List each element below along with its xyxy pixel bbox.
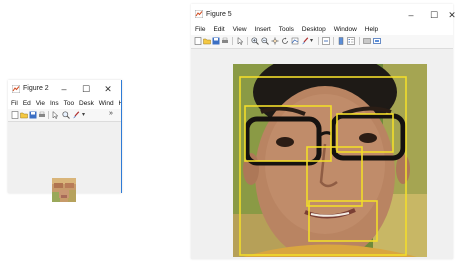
dropdown-arrow[interactable]: ▾ <box>310 37 313 44</box>
figure-5-canvas <box>191 49 453 259</box>
maximize-button[interactable]: ☐ <box>80 83 92 95</box>
data-cursor-icon[interactable] <box>291 37 299 45</box>
save-icon[interactable] <box>212 37 220 45</box>
matlab-figure-icon <box>195 10 203 18</box>
menu-edit[interactable]: Edit <box>213 24 224 35</box>
rotate-icon[interactable] <box>281 37 289 45</box>
link-plot-icon[interactable] <box>322 37 330 45</box>
menu-desktop[interactable]: Desktop <box>302 24 326 35</box>
figure-2-titlebar[interactable]: Figure 2 – ☐ ✕ <box>8 80 121 98</box>
dropdown-arrow[interactable]: ▾ <box>82 111 85 118</box>
print-icon[interactable] <box>221 37 229 45</box>
toolbar-separator <box>232 37 233 45</box>
menu-view[interactable]: Vie <box>36 98 45 109</box>
brush-icon[interactable] <box>72 111 80 119</box>
close-button[interactable]: ✕ <box>448 9 456 21</box>
toolbar-overflow[interactable]: » <box>109 110 113 117</box>
menu-help[interactable]: He <box>119 98 121 109</box>
colorbar-icon[interactable] <box>337 37 345 45</box>
new-figure-icon[interactable] <box>11 111 19 119</box>
menu-insert[interactable]: Insert <box>255 24 271 35</box>
figure-5-titlebar[interactable]: Figure 5 – ☐ ✕ <box>191 4 456 24</box>
menu-help[interactable]: Help <box>365 24 378 35</box>
minimize-button[interactable]: – <box>405 9 417 21</box>
toolbar-separator <box>318 37 319 45</box>
menu-tools[interactable]: Too <box>64 98 74 109</box>
close-button[interactable]: ✕ <box>102 83 114 95</box>
open-icon[interactable] <box>203 37 211 45</box>
hide-plot-tools-icon[interactable] <box>363 37 371 45</box>
brush-icon[interactable] <box>301 37 309 45</box>
open-icon[interactable] <box>20 111 28 119</box>
minimize-button[interactable]: – <box>58 83 70 95</box>
legend-icon[interactable] <box>347 37 355 45</box>
toolbar-separator <box>247 37 248 45</box>
menu-insert[interactable]: Ins <box>50 98 59 109</box>
zoom-out-icon[interactable] <box>261 37 269 45</box>
menu-view[interactable]: View <box>233 24 247 35</box>
show-plot-tools-icon[interactable] <box>373 37 381 45</box>
cropped-face-thumbnail <box>52 178 76 202</box>
toolbar-separator <box>359 37 360 45</box>
figure-5-toolbar: ▾ <box>191 35 453 49</box>
figure-2-canvas <box>8 122 121 202</box>
menu-tools[interactable]: Tools <box>279 24 294 35</box>
new-figure-icon[interactable] <box>194 37 202 45</box>
figure-2-window: Figure 2 – ☐ ✕ Fil Ed Vie Ins Too Desk W… <box>8 80 122 202</box>
menu-edit[interactable]: Ed <box>23 98 31 109</box>
pointer-icon[interactable] <box>51 111 59 119</box>
menu-file[interactable]: File <box>195 24 205 35</box>
zoom-in-icon[interactable] <box>62 111 70 119</box>
menu-window[interactable]: Wind <box>99 98 114 109</box>
figure-2-toolbar: ▾ » <box>8 109 121 122</box>
menu-file[interactable]: Fil <box>11 98 18 109</box>
maximize-button[interactable]: ☐ <box>428 9 440 21</box>
menu-desktop[interactable]: Desk <box>79 98 94 109</box>
pointer-icon[interactable] <box>236 37 244 45</box>
figure-5-title: Figure 5 <box>206 11 232 18</box>
print-icon[interactable] <box>38 111 46 119</box>
figure-2-menubar: Fil Ed Vie Ins Too Desk Wind He » <box>8 98 121 109</box>
zoom-in-icon[interactable] <box>251 37 259 45</box>
face-photo-with-detections <box>233 64 427 257</box>
matlab-figure-icon <box>12 85 20 93</box>
figure-2-title: Figure 2 <box>23 85 49 92</box>
figure-5-window: Figure 5 – ☐ ✕ File Edit View Insert Too… <box>191 4 456 259</box>
toolbar-separator <box>333 37 334 45</box>
toolbar-separator <box>48 111 49 119</box>
menu-window[interactable]: Window <box>334 24 357 35</box>
save-icon[interactable] <box>29 111 37 119</box>
pan-icon[interactable] <box>271 37 279 45</box>
figure-5-menubar: File Edit View Insert Tools Desktop Wind… <box>191 24 453 35</box>
